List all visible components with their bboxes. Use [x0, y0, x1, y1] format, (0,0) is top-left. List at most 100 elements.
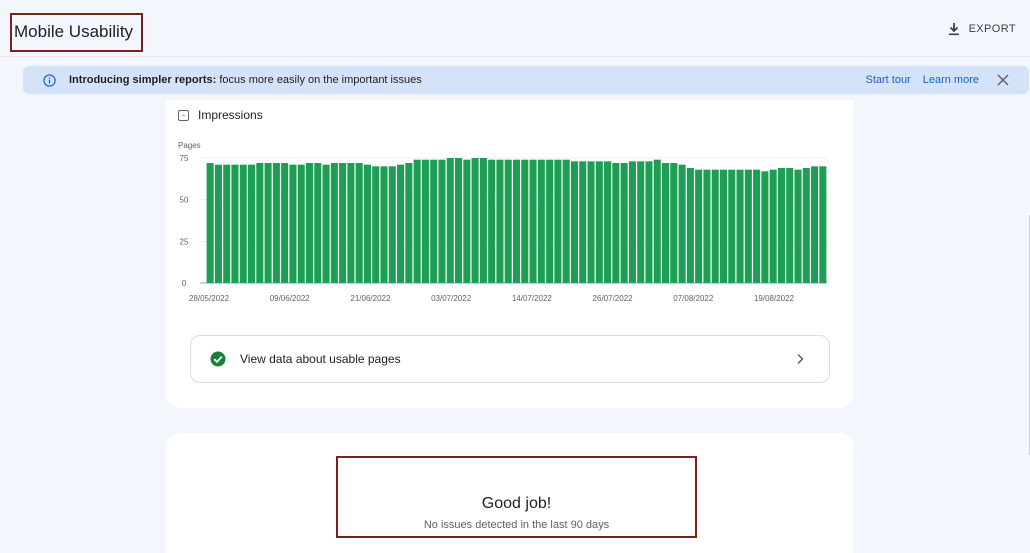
chart-bar[interactable]: [587, 161, 595, 283]
banner-message: Introducing simpler reports: focus more …: [69, 74, 422, 86]
chart-bar[interactable]: [504, 159, 512, 283]
chart-bar[interactable]: [753, 169, 761, 283]
chart-bar[interactable]: [736, 169, 744, 283]
x-tick-label: 14/07/2022: [512, 294, 553, 303]
chart-bar[interactable]: [463, 159, 471, 283]
view-usable-pages-link[interactable]: View data about usable pages: [190, 335, 830, 383]
chart-bar[interactable]: [256, 163, 264, 283]
chart-bar[interactable]: [380, 166, 388, 283]
chart-bar[interactable]: [802, 168, 810, 283]
chart-bar[interactable]: [645, 161, 653, 283]
chart-bar[interactable]: [214, 164, 222, 283]
close-icon[interactable]: [997, 74, 1009, 86]
chart-bar[interactable]: [744, 169, 752, 283]
chart-bar[interactable]: [471, 158, 479, 283]
chart-bar[interactable]: [289, 164, 297, 283]
chart-bar[interactable]: [728, 169, 736, 283]
chart-bar[interactable]: [496, 159, 504, 283]
x-tick-label: 26/07/2022: [593, 294, 634, 303]
chart-bar[interactable]: [455, 158, 463, 283]
chart-bar[interactable]: [330, 163, 338, 283]
chart-bar[interactable]: [579, 161, 587, 283]
chart-bar[interactable]: [662, 163, 670, 283]
chart-bar[interactable]: [761, 171, 769, 283]
chart-bar[interactable]: [413, 159, 421, 283]
info-banner: Introducing simpler reports: focus more …: [23, 66, 1029, 94]
chart-bar[interactable]: [595, 161, 603, 283]
chart-bar[interactable]: [529, 159, 537, 283]
chart-bar[interactable]: [339, 163, 347, 283]
x-tick-label: 19/08/2022: [754, 294, 795, 303]
chart-bar[interactable]: [794, 169, 802, 283]
x-tick-label: 21/06/2022: [350, 294, 391, 303]
chart-bar[interactable]: [695, 169, 703, 283]
impressions-toggle[interactable]: Impressions: [178, 108, 263, 122]
chart-bar[interactable]: [562, 159, 570, 283]
chart-bar[interactable]: [372, 166, 380, 283]
good-job-title: Good job!: [481, 495, 552, 512]
chart-bar[interactable]: [223, 164, 231, 283]
chart-bar[interactable]: [570, 161, 578, 283]
chart-bar[interactable]: [438, 159, 446, 283]
chart-bar[interactable]: [703, 169, 711, 283]
chart-bar[interactable]: [297, 164, 305, 283]
chart-bar[interactable]: [653, 159, 661, 283]
chart-bar[interactable]: [264, 163, 272, 283]
export-label: EXPORT: [968, 23, 1016, 35]
y-axis-label: Pages: [178, 141, 201, 150]
chart-bar[interactable]: [769, 169, 777, 283]
chart-bar[interactable]: [314, 163, 322, 283]
chart-card: Impressions Pages 75 50 25 0 28/05/2022 09/0…: [166, 100, 854, 408]
chart-bar[interactable]: [811, 166, 819, 283]
chart-bar[interactable]: [355, 163, 363, 283]
page-title: Mobile Usability: [14, 22, 134, 41]
y-tick-label: 75: [180, 154, 189, 163]
chart-bar[interactable]: [786, 168, 794, 283]
view-usable-pages-label: View data about usable pages: [240, 352, 401, 366]
chart-bar[interactable]: [405, 163, 413, 283]
chart-bar[interactable]: [711, 169, 719, 283]
impressions-checkbox[interactable]: [178, 109, 189, 121]
chart-bar[interactable]: [281, 163, 289, 283]
chart-bar[interactable]: [521, 159, 529, 283]
start-tour-link[interactable]: Start tour: [865, 74, 910, 86]
chart-bar[interactable]: [620, 163, 628, 283]
chart-bar[interactable]: [678, 164, 686, 283]
chart-bar[interactable]: [777, 168, 785, 283]
chart-bar[interactable]: [305, 163, 314, 283]
chart-bar[interactable]: [719, 169, 728, 283]
chart-bar[interactable]: [239, 164, 247, 283]
chart-bar[interactable]: [272, 163, 280, 283]
chart-bar[interactable]: [604, 161, 612, 283]
chart-bar[interactable]: [637, 161, 645, 283]
chart-bar[interactable]: [554, 159, 562, 283]
chart-bar[interactable]: [628, 161, 636, 283]
chart-bar[interactable]: [446, 158, 454, 283]
chart-bar[interactable]: [670, 163, 678, 283]
chart-bar[interactable]: [322, 164, 330, 283]
learn-more-link[interactable]: Learn more: [923, 74, 979, 86]
pages-bar-chart: Pages 75 50 25 0 28/05/2022 09/06/2022 21/06/…: [178, 141, 827, 303]
chart-bar[interactable]: [206, 163, 214, 283]
x-tick-label: 03/07/2022: [431, 294, 472, 303]
chart-bar[interactable]: [430, 159, 438, 283]
chart-bar[interactable]: [231, 164, 239, 283]
banner-message-bold: Introducing simpler reports:: [69, 74, 217, 86]
chart-bar[interactable]: [397, 164, 405, 283]
banner-message-text: focus more easily on the important issue…: [216, 74, 422, 86]
chart-bar[interactable]: [363, 164, 371, 283]
chart-bar[interactable]: [248, 164, 256, 283]
chart-bar[interactable]: [488, 159, 496, 283]
chart-bar[interactable]: [537, 159, 545, 283]
export-button[interactable]: EXPORT: [947, 22, 1016, 36]
chart-bar[interactable]: [388, 166, 396, 283]
chart-bar[interactable]: [819, 166, 827, 283]
chart-bar[interactable]: [512, 159, 521, 283]
chart-bar[interactable]: [421, 159, 429, 283]
chart-bar[interactable]: [347, 163, 355, 283]
chart-bar[interactable]: [546, 159, 554, 283]
chart-bar[interactable]: [479, 158, 487, 283]
x-tick-label: 28/05/2022: [189, 294, 230, 303]
chart-bar[interactable]: [612, 163, 620, 283]
chart-bar[interactable]: [686, 168, 694, 283]
